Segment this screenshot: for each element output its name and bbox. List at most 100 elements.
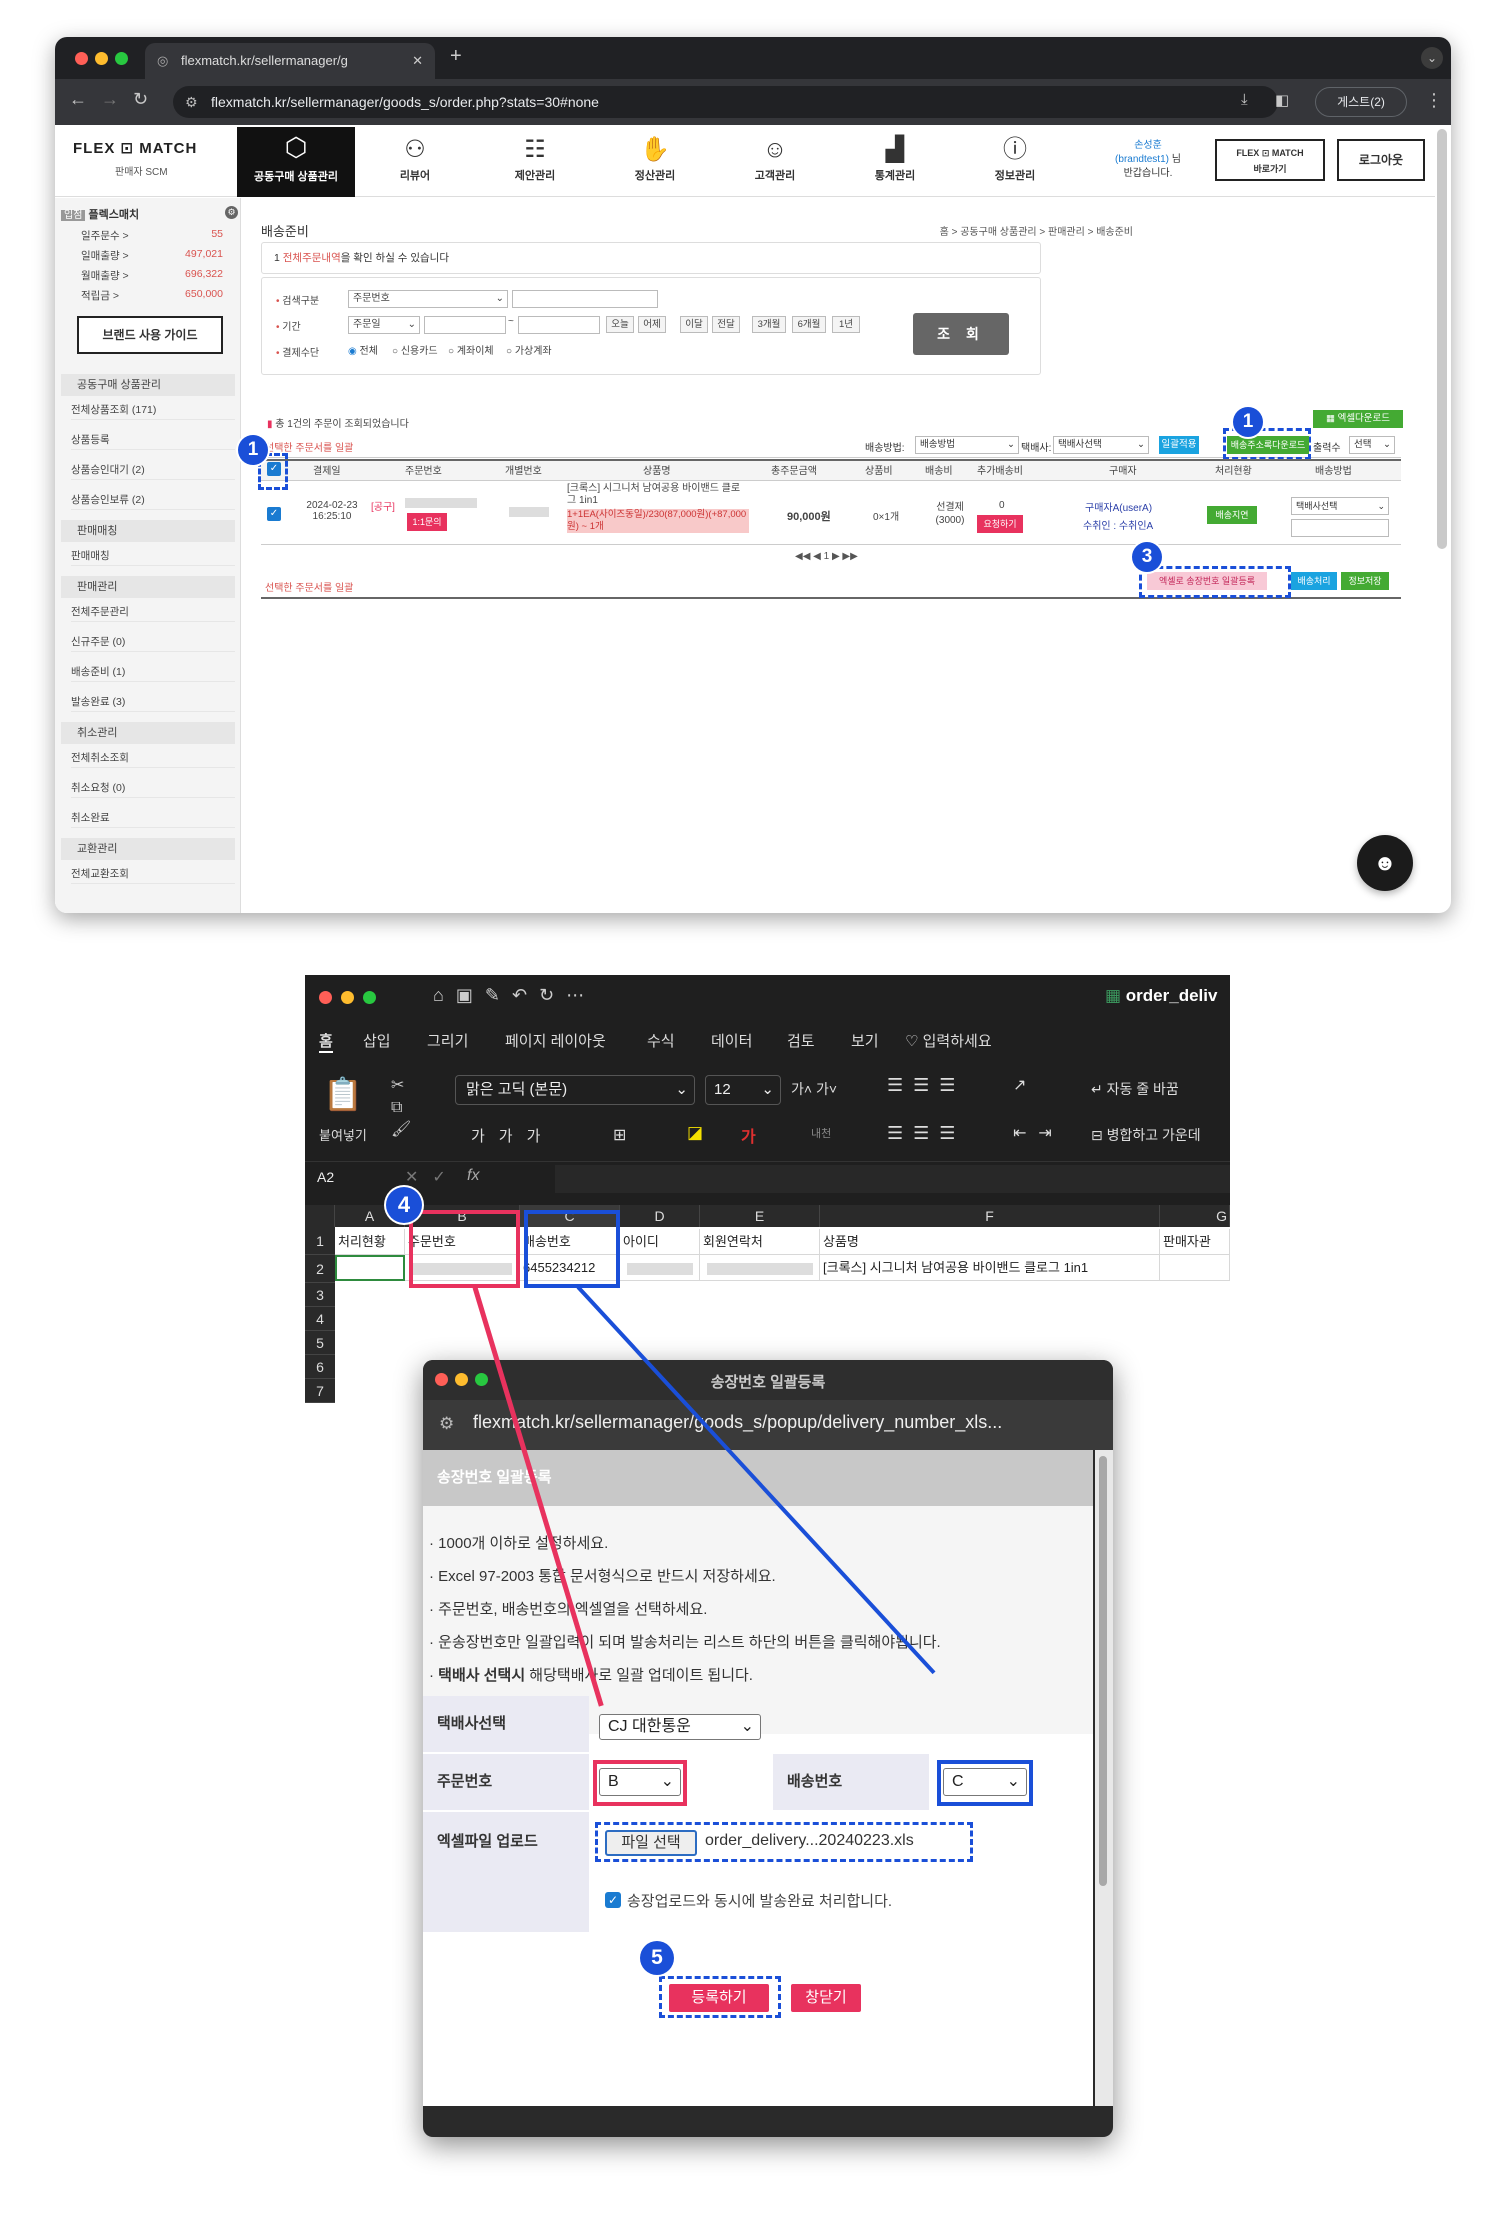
notice-link[interactable]: 전체주문내역: [283, 252, 341, 264]
pay-option-virtual[interactable]: ○ 가상계좌: [506, 342, 552, 357]
fill-color-icon[interactable]: ◪: [687, 1123, 703, 1143]
end-date-input[interactable]: [518, 316, 600, 334]
col-header-f[interactable]: F: [820, 1205, 1160, 1227]
sidebar-item[interactable]: 상품승인보류 (2): [71, 490, 235, 510]
nav-item-reviewer[interactable]: ⚇ 리뷰어: [360, 133, 470, 195]
tell-me-search[interactable]: ♡ 입력하세요: [905, 1030, 992, 1051]
select-all-corner[interactable]: [305, 1205, 335, 1227]
cell-d2[interactable]: [620, 1255, 700, 1281]
zoom-window-button[interactable]: [115, 52, 128, 65]
print-selected-link[interactable]: 선택한 주문서를 일괄: [265, 439, 353, 454]
row-header-3[interactable]: 3: [305, 1283, 335, 1307]
register-button[interactable]: 등록하기: [669, 1984, 769, 2012]
sidebar-item[interactable]: 판매매칭: [71, 546, 235, 566]
stat-daily-orders[interactable]: 일주문수 >55: [81, 228, 231, 243]
product-name[interactable]: [크록스] 시그니처 남여공용 바이밴드 클로그 1in1: [567, 483, 749, 507]
chat-icon[interactable]: ☻: [1357, 835, 1413, 891]
row-header-7[interactable]: 7: [305, 1379, 335, 1403]
nav-item-info[interactable]: ⓘ 정보관리: [960, 133, 1070, 195]
complete-checkbox[interactable]: ✓: [605, 1892, 621, 1908]
clipboard-icons[interactable]: ✂ ⧉ 🖌: [391, 1075, 411, 1141]
ribbon-tab-data[interactable]: 데이터: [711, 1030, 752, 1051]
nav-item-customer[interactable]: ☺ 고객관리: [720, 133, 830, 195]
courier-select[interactable]: CJ 대한통운 ⌄: [599, 1714, 761, 1740]
row-courier-select[interactable]: 택배사선택 ⌄: [1291, 497, 1389, 515]
close-tab-icon[interactable]: ✕: [412, 43, 423, 79]
search-keyword-input[interactable]: [512, 290, 658, 308]
sidebar-item[interactable]: 전체주문관리: [71, 602, 235, 622]
minimize-window-button[interactable]: [95, 52, 108, 65]
section-cancel[interactable]: 취소관리: [61, 722, 235, 744]
back-icon[interactable]: ←: [69, 89, 87, 110]
period-yesterday-button[interactable]: 어제: [638, 316, 666, 333]
address-download-button[interactable]: 배송주소록다운로드: [1227, 436, 1309, 454]
font-style-icons[interactable]: 가가가: [471, 1125, 554, 1146]
inquiry-button[interactable]: 1:1문의: [407, 513, 447, 531]
row-header-2[interactable]: 2: [305, 1255, 335, 1283]
row-buyer[interactable]: 구매자A(userA): [1085, 499, 1152, 514]
quick-access-icons[interactable]: ⌂▣✎↶↻⋯: [433, 985, 596, 1006]
align-icons-top[interactable]: ☰☰☰: [887, 1075, 965, 1096]
row-header-6[interactable]: 6: [305, 1355, 335, 1379]
pay-option-transfer[interactable]: ○ 계좌이체: [448, 342, 494, 357]
wrap-text-button[interactable]: ↵ 자동 줄 바꿈: [1091, 1079, 1179, 1099]
ship-process-button[interactable]: 배송처리: [1291, 572, 1337, 590]
close-popup-button[interactable]: 창닫기: [791, 1984, 861, 2012]
phonetic-icon[interactable]: 내천: [811, 1125, 831, 1141]
url-input[interactable]: ⚙ flexmatch.kr/sellermanager/goods_s/ord…: [173, 86, 1278, 118]
forward-icon[interactable]: →: [101, 89, 119, 110]
period-thismonth-button[interactable]: 이달: [680, 316, 708, 333]
section-group-buy[interactable]: 공동구매 상품관리: [61, 374, 235, 396]
row-header-4[interactable]: 4: [305, 1307, 335, 1331]
font-color-icon[interactable]: 가: [741, 1123, 756, 1147]
ribbon-tab-view[interactable]: 보기: [851, 1030, 879, 1051]
site-logo[interactable]: FLEX ⊡ MATCH: [73, 139, 197, 157]
ship-method-select[interactable]: 배송방법 ⌄: [915, 436, 1019, 454]
formula-cancel-accept-icons[interactable]: ✕✓: [405, 1167, 460, 1187]
new-tab-icon[interactable]: +: [450, 45, 462, 68]
sidebar-item[interactable]: 전체교환조회: [71, 864, 235, 884]
cell-f2[interactable]: [크록스] 시그니처 남여공용 바이밴드 클로그 1in1: [820, 1255, 1160, 1281]
section-sales-manage[interactable]: 판매관리: [61, 576, 235, 598]
cell-g2[interactable]: [1160, 1255, 1230, 1281]
font-grow-shrink-icons[interactable]: 가˄ 가˅: [791, 1079, 837, 1099]
section-exchange[interactable]: 교환관리: [61, 838, 235, 860]
row-checkbox[interactable]: ✓: [267, 507, 281, 521]
formula-input[interactable]: [555, 1165, 1230, 1193]
period-3m-button[interactable]: 3개월: [752, 316, 786, 333]
stat-daily-sales[interactable]: 일매출량 >497,021: [81, 248, 231, 263]
cell-d1[interactable]: 아이디: [620, 1229, 700, 1255]
font-size-select[interactable]: 12 ⌄: [705, 1075, 781, 1105]
row-header-5[interactable]: 5: [305, 1331, 335, 1355]
sidebar-item[interactable]: 배송준비 (1): [71, 662, 235, 682]
stat-monthly-sales[interactable]: 월매출량 >696,322: [81, 268, 231, 283]
zoom-window-button[interactable]: [363, 991, 376, 1004]
nav-item-proposal[interactable]: ☷ 제안관리: [480, 133, 590, 195]
search-button[interactable]: 조 회: [913, 313, 1009, 355]
period-lastmonth-button[interactable]: 전달: [712, 316, 740, 333]
file-select-button[interactable]: 파일 선택: [605, 1830, 697, 1856]
cell-f1[interactable]: 상품명: [820, 1229, 1160, 1255]
section-sales-matching[interactable]: 판매매칭: [61, 520, 235, 542]
logout-button[interactable]: 로그아웃: [1337, 139, 1425, 181]
courier-select[interactable]: 택배사선택 ⌄: [1053, 436, 1149, 454]
cell-a1[interactable]: 처리현황: [335, 1229, 405, 1255]
save-info-button[interactable]: 정보저장: [1341, 572, 1389, 590]
menu-icon[interactable]: ⋮: [1425, 90, 1443, 111]
download-icon[interactable]: ⤓: [1241, 91, 1248, 108]
sidebar-item[interactable]: 상품등록: [71, 430, 235, 450]
pagination[interactable]: ◀◀ ◀ 1 ▶ ▶▶: [795, 551, 858, 562]
site-info-icon[interactable]: ⚙: [439, 1414, 454, 1434]
close-window-button[interactable]: [319, 991, 332, 1004]
cell-g1[interactable]: 판매자관: [1160, 1229, 1230, 1255]
sidebar-item[interactable]: 취소완료: [71, 808, 235, 828]
sidebar-item[interactable]: 발송완료 (3): [71, 692, 235, 712]
sidebar-item[interactable]: 전체취소조회: [71, 748, 235, 768]
merge-center-button[interactable]: ⊟ 병합하고 가운데: [1091, 1125, 1201, 1145]
minimize-window-button[interactable]: [341, 991, 354, 1004]
tracking-number-input[interactable]: [1291, 519, 1389, 537]
output-select[interactable]: 선택 ⌄: [1349, 436, 1395, 454]
cell-reference[interactable]: A2: [317, 1169, 334, 1185]
border-icon[interactable]: ⊞: [613, 1125, 626, 1145]
sidebar-item[interactable]: 전체상품조회 (171): [71, 400, 235, 420]
